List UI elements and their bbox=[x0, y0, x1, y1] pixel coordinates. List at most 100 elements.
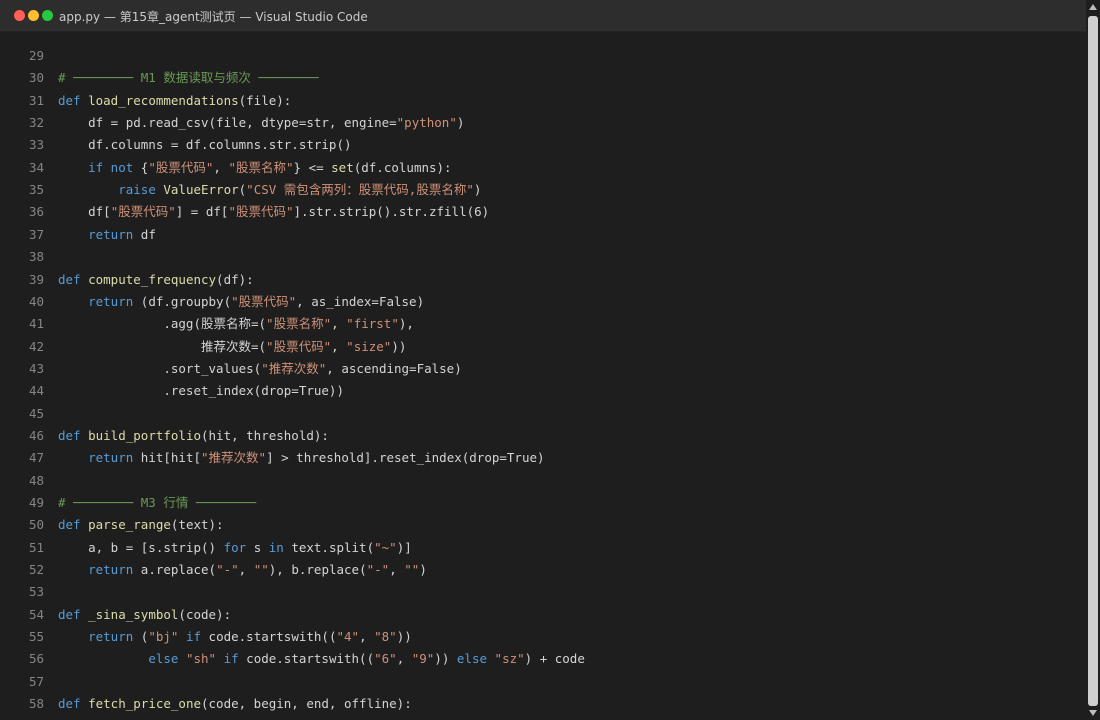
line-number: 38 bbox=[28, 249, 44, 265]
code-line[interactable]: 47 return hit[hit["推荐次数"] > threshold].r… bbox=[0, 447, 1086, 469]
code-text: raise ValueError("CSV 需包含两列：股票代码,股票名称") bbox=[58, 179, 481, 201]
maximize-window-button[interactable] bbox=[42, 10, 53, 21]
code-token: in bbox=[268, 539, 292, 555]
code-token: "sh" bbox=[185, 651, 217, 667]
scroll-up-arrow-icon[interactable] bbox=[1089, 4, 1097, 10]
code-line[interactable]: 53 bbox=[0, 581, 1086, 603]
code-token: "股票代码" bbox=[231, 293, 297, 309]
code-text: def compute_frequency(df): bbox=[58, 269, 254, 291]
code-token: def bbox=[58, 696, 89, 712]
code-line[interactable]: 36 df["股票代码"] = df["股票代码"].str.strip().s… bbox=[0, 201, 1086, 223]
code-line[interactable]: 59 if offline: bbox=[0, 716, 1086, 720]
code-token: def bbox=[58, 92, 89, 108]
code-token: return bbox=[88, 629, 141, 645]
code-line[interactable]: 58 def fetch_price_one(code, begin, end, … bbox=[0, 693, 1086, 715]
code-text: df = pd.read_csv(file, dtype=str, engine… bbox=[58, 112, 464, 134]
code-line[interactable]: 30 # ──────── M1 数据读取与频次 ──────── bbox=[0, 67, 1086, 89]
code-line[interactable]: 56 else "sh" if code.startswith(("6", "9… bbox=[0, 648, 1086, 670]
line-number: 46 bbox=[28, 427, 44, 443]
code-line[interactable]: 46 def build_portfolio(hit, threshold): bbox=[0, 425, 1086, 447]
minimize-window-button[interactable] bbox=[28, 10, 39, 21]
line-number: 55 bbox=[28, 629, 44, 645]
close-window-button[interactable] bbox=[14, 10, 25, 21]
code-line[interactable]: 43 .sort_values("推荐次数", ascending=False) bbox=[0, 358, 1086, 380]
line-number: 43 bbox=[28, 360, 44, 376]
code-text: def _sina_symbol(code): bbox=[58, 604, 231, 626]
code-token: return bbox=[88, 226, 141, 242]
line-number: 50 bbox=[28, 517, 44, 533]
code-text: .sort_values("推荐次数", ascending=False) bbox=[58, 358, 461, 380]
code-line[interactable]: 45 bbox=[0, 403, 1086, 425]
code-token: )) bbox=[391, 338, 407, 354]
code-token: "6" bbox=[374, 651, 397, 667]
code-text: # ──────── M1 数据读取与频次 ──────── bbox=[58, 67, 319, 89]
code-line[interactable]: 49 # ──────── M3 行情 ──────── bbox=[0, 492, 1086, 514]
code-token: ) + code bbox=[524, 651, 585, 667]
code-token: (hit, threshold): bbox=[201, 427, 329, 443]
line-number: 31 bbox=[28, 92, 44, 108]
code-token: compute_frequency bbox=[88, 271, 217, 287]
code-line[interactable]: 31 def load_recommendations(file): bbox=[0, 90, 1086, 112]
scrollbar-thumb[interactable] bbox=[1088, 16, 1098, 706]
code-line[interactable]: 35 raise ValueError("CSV 需包含两列：股票代码,股票名称… bbox=[0, 179, 1086, 201]
code-token: df.columns = df.columns.str.strip() bbox=[58, 137, 352, 153]
code-token: df = pd.read_csv(file, dtype=str, engine… bbox=[58, 115, 397, 131]
code-token: "~" bbox=[374, 539, 397, 555]
code-line[interactable]: 29 bbox=[0, 45, 1086, 67]
line-number: 33 bbox=[28, 137, 44, 153]
code-token: else bbox=[456, 651, 495, 667]
code-token: text.split( bbox=[291, 539, 375, 555]
code-line[interactable]: 34 if not {"股票代码", "股票名称"} <= set(df.col… bbox=[0, 157, 1086, 179]
code-token: (file): bbox=[238, 92, 292, 108]
code-token: def bbox=[58, 271, 89, 287]
line-number: 57 bbox=[28, 673, 44, 689]
code-text: return (df.groupby("股票代码", as_index=Fals… bbox=[58, 291, 424, 313]
code-token: # ──────── M1 数据读取与频次 ──────── bbox=[58, 70, 319, 86]
code-line[interactable]: 44 .reset_index(drop=True)) bbox=[0, 380, 1086, 402]
code-line[interactable]: 48 bbox=[0, 470, 1086, 492]
code-token: return bbox=[88, 293, 141, 309]
code-line[interactable]: 32 df = pd.read_csv(file, dtype=str, eng… bbox=[0, 112, 1086, 134]
line-number: 36 bbox=[28, 204, 44, 220]
code-line[interactable]: 41 .agg(股票名称=("股票名称", "first"), bbox=[0, 313, 1086, 335]
line-number: 48 bbox=[28, 472, 44, 488]
code-token: "推荐次数" bbox=[201, 450, 267, 466]
code-line[interactable]: 57 bbox=[0, 671, 1086, 693]
code-token: "股票代码" bbox=[110, 204, 176, 220]
code-line[interactable]: 55 return ("bj" if code.startswith(("4",… bbox=[0, 626, 1086, 648]
code-token: def bbox=[58, 606, 89, 622]
line-number: 40 bbox=[28, 293, 44, 309]
code-line[interactable]: 51 a, b = [s.strip() for s in text.split… bbox=[0, 537, 1086, 559]
code-line[interactable]: 33 df.columns = df.columns.str.strip() bbox=[0, 134, 1086, 156]
code-token: "股票代码" bbox=[148, 159, 214, 175]
code-token: fetch_price_one bbox=[88, 696, 201, 712]
code-token: )] bbox=[396, 539, 412, 555]
code-line[interactable]: 39 def compute_frequency(df): bbox=[0, 269, 1086, 291]
code-line[interactable]: 40 return (df.groupby("股票代码", as_index=F… bbox=[0, 291, 1086, 313]
code-line[interactable]: 54 def _sina_symbol(code): bbox=[0, 604, 1086, 626]
code-line[interactable]: 38 bbox=[0, 246, 1086, 268]
code-token: , bbox=[331, 338, 347, 354]
code-token: (code): bbox=[178, 606, 232, 622]
code-token: if not bbox=[88, 159, 141, 175]
code-text: def load_recommendations(file): bbox=[58, 90, 291, 112]
line-number: 58 bbox=[28, 696, 44, 712]
code-text: if offline: bbox=[58, 716, 171, 720]
line-number: 54 bbox=[28, 606, 44, 622]
scroll-down-arrow-icon[interactable] bbox=[1089, 710, 1097, 716]
line-number: 59 bbox=[0, 716, 44, 720]
code-editor[interactable]: 29 30 # ──────── M1 数据读取与频次 ──────── 31 def … bbox=[0, 32, 1086, 720]
code-line[interactable]: 42 推荐次数=("股票代码", "size")) bbox=[0, 336, 1086, 358]
code-token: code.startswith(( bbox=[246, 651, 375, 667]
code-text: .agg(股票名称=("股票名称", "first"), bbox=[58, 313, 414, 335]
code-text: return ("bj" if code.startswith(("4", "8… bbox=[58, 626, 412, 648]
code-token: ), b.replace( bbox=[268, 562, 367, 578]
code-line[interactable]: 52 return a.replace("-", ""), b.replace(… bbox=[0, 559, 1086, 581]
code-line[interactable]: 37 return df bbox=[0, 224, 1086, 246]
code-token: a.replace( bbox=[140, 562, 217, 578]
code-line[interactable]: 50 def parse_range(text): bbox=[0, 514, 1086, 536]
vertical-scrollbar[interactable] bbox=[1086, 0, 1100, 720]
code-token: a, b = [s.strip() bbox=[58, 539, 224, 555]
